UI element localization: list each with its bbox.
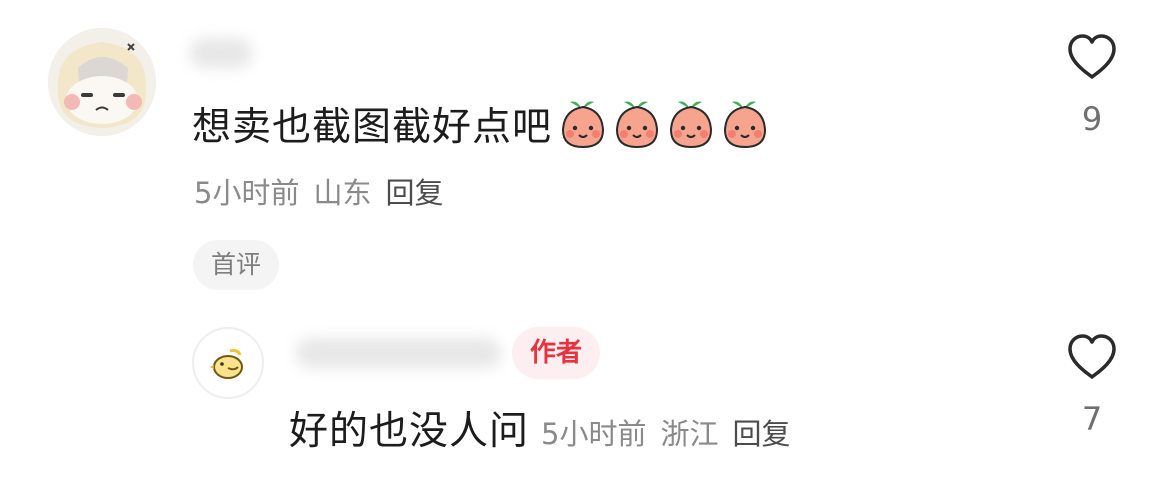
comment-time: 5小时前	[194, 176, 300, 210]
smiling-peach-icon	[616, 101, 659, 149]
cat-avatar-icon	[48, 28, 156, 136]
heart-icon	[1068, 34, 1116, 79]
reply-like-button[interactable]	[1066, 333, 1118, 381]
reply-time: 5小时前	[541, 417, 647, 451]
author-badge: 作者	[512, 327, 601, 379]
emoji-group	[558, 98, 770, 150]
comment-text: 想卖也截图截好点吧	[192, 105, 553, 150]
comment-like-button[interactable]	[1066, 33, 1118, 81]
comment-reply-button[interactable]: 回复	[385, 170, 443, 212]
reply-location: 浙江	[660, 417, 719, 451]
comment-like-count: 9	[1081, 100, 1103, 138]
heart-icon	[1068, 334, 1116, 379]
reply-line: 好的也没人问 5小时前 浙江 回复	[289, 400, 791, 456]
replier-avatar[interactable]	[192, 327, 264, 399]
smiling-peach-icon	[562, 101, 605, 149]
commenter-name-blurred[interactable]	[190, 38, 252, 68]
chick-icon	[210, 349, 243, 379]
smiling-peach-icon	[724, 101, 767, 149]
reply-like-count: 7	[1081, 400, 1103, 438]
reply-reply-button[interactable]: 回复	[732, 411, 790, 453]
replier-name-blurred[interactable]	[296, 338, 501, 368]
comment-meta: 5小时前 山东 回复	[194, 170, 443, 212]
comment-text-line: 想卖也截图截好点吧	[192, 96, 770, 152]
comment-location: 山东	[313, 176, 372, 210]
reply-text: 好的也没人问	[289, 409, 530, 454]
first-comment-badge: 首评	[193, 240, 280, 290]
smiling-peach-icon	[670, 101, 713, 149]
commenter-avatar[interactable]	[48, 28, 156, 136]
reply-meta: 5小时前 浙江 回复	[541, 411, 790, 453]
